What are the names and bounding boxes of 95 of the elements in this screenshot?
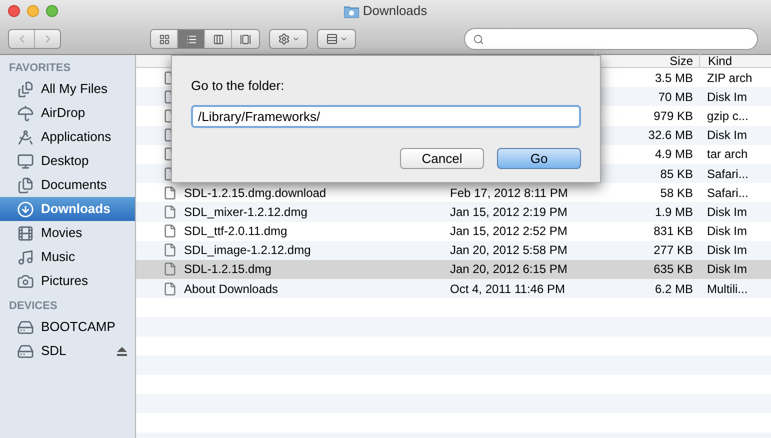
file-size: 635 KB (654, 261, 693, 278)
dialog-button[interactable]: Cancel (400, 148, 484, 168)
file-size: 32.6 MB (648, 127, 693, 144)
dialog-button[interactable]: Go (497, 148, 581, 168)
sidebar-heading: DEVICES (8, 298, 58, 314)
file-kind: Disk Im (707, 90, 747, 104)
folder-path-field[interactable]: /Library/Frameworks/ (191, 104, 581, 128)
drive-icon (17, 318, 34, 336)
sidebar-item[interactable]: BOOTCAMP (0, 315, 135, 339)
dialog-label: Go to the folder: (191, 77, 284, 95)
file-size: 85 KB (660, 166, 693, 183)
file-size: 1.9 MB (654, 204, 693, 221)
camera-icon (17, 272, 34, 290)
sidebar-item[interactable]: Pictures (0, 269, 135, 293)
sidebar-item[interactable]: All My Files (0, 77, 135, 101)
sidebar-item[interactable]: Movies (0, 221, 135, 245)
file-size: 979 KB (654, 108, 693, 125)
file-icon (163, 282, 177, 296)
file-size: 70 MB (658, 88, 693, 106)
gallery-view-icon (240, 34, 251, 44)
file-size: 3.5 MB (654, 70, 693, 87)
file-icon (163, 243, 177, 258)
view-mode-button[interactable] (205, 30, 232, 48)
close-window-button[interactable] (8, 5, 20, 17)
file-name: SDL_ttf-2.0.11.dmg (184, 223, 288, 240)
file-kind: Multili... (707, 282, 748, 296)
file-row[interactable]: SDL_mixer-1.2.12.dmg Jan 15, 2012 2:19 PM 1.9 MB Disk Im (136, 202, 771, 222)
file-kind: ZIP arch (707, 70, 752, 85)
zoom-window-button[interactable] (46, 5, 58, 17)
file-kind: tar arch (707, 147, 748, 162)
view-mode-button[interactable] (151, 30, 178, 48)
file-kind: Disk Im (707, 243, 747, 258)
file-kind: Disk Im (707, 224, 747, 238)
file-kind: Disk Im (707, 204, 747, 219)
caret-icon (340, 35, 348, 43)
file-kind: gzip c... (707, 108, 748, 123)
sidebar-item[interactable]: Music (0, 245, 135, 269)
drive-icon (17, 342, 34, 360)
file-row[interactable]: About Downloads Oct 4, 2011 11:46 PM 6.2 MB Multili... (136, 279, 771, 298)
file-size: 4.9 MB (654, 146, 693, 164)
film-icon (17, 224, 34, 242)
caret-icon (292, 35, 300, 43)
arrange-icon (326, 33, 338, 45)
file-row[interactable]: SDL_image-1.2.12.dmg Jan 20, 2012 5:58 PM 277 KB Disk Im (136, 240, 771, 260)
umbrella-icon (17, 104, 34, 122)
file-size: 58 KB (660, 184, 693, 202)
file-name: About Downloads (184, 280, 278, 298)
window-title: Downloads (362, 2, 428, 20)
settings-icon (278, 33, 290, 45)
sidebar-item[interactable]: SDL (0, 339, 135, 363)
date-modified: Jan 20, 2012 5:58 PM (450, 243, 568, 258)
date-modified: Jan 15, 2012 2:52 PM (450, 224, 568, 238)
file-size: 6.2 MB (654, 280, 693, 298)
file-row[interactable]: SDL-1.2.15.dmg Jan 20, 2012 6:15 PM 635 KB Disk Im (136, 260, 771, 280)
file-kind: Safari... (707, 186, 748, 200)
columns-view-icon (212, 34, 224, 44)
date-modified: Jan 20, 2012 6:15 PM (450, 262, 568, 276)
eject-icon[interactable] (117, 346, 127, 356)
music-note-icon (17, 248, 34, 266)
date-modified: Feb 17, 2012 8:11 PM (450, 186, 568, 200)
compass-icon (17, 128, 34, 146)
file-icon (163, 204, 177, 219)
sidebar-item[interactable]: Desktop (0, 149, 135, 173)
back-forward-control[interactable] (8, 29, 61, 49)
download-icon (17, 200, 34, 218)
date-modified: Jan 15, 2012 2:19 PM (450, 204, 568, 219)
file-icon (163, 186, 177, 200)
sidebar-heading: FAVORITES (8, 60, 72, 76)
file-icon (163, 224, 177, 238)
file-name: SDL_mixer-1.2.12.dmg (184, 204, 308, 221)
file-kind: Safari... (707, 166, 748, 181)
sidebar-item[interactable]: Documents (0, 173, 135, 197)
date-modified: Oct 4, 2011 11:46 PM (450, 282, 565, 296)
sidebar-item[interactable]: Applications (0, 125, 135, 149)
grid-view-icon (158, 34, 170, 44)
view-mode-button[interactable] (232, 30, 259, 48)
folder-icon (344, 4, 359, 18)
file-size: 277 KB (654, 242, 693, 260)
sidebar-item[interactable]: Downloads (0, 197, 135, 221)
documents-icon (17, 176, 34, 194)
arrange-menu-button[interactable] (317, 29, 356, 49)
search-icon (473, 34, 484, 44)
file-name: SDL-1.2.15.dmg.download (184, 184, 326, 202)
file-icon (163, 262, 177, 276)
file-size: 831 KB (654, 223, 693, 240)
view-mode-button[interactable] (178, 30, 205, 48)
file-name: SDL_image-1.2.12.dmg (184, 242, 311, 260)
action-menu-button[interactable] (269, 29, 308, 49)
sidebar-item[interactable]: AirDrop (0, 101, 135, 125)
monitor-icon (17, 152, 34, 170)
file-name: SDL-1.2.15.dmg (184, 261, 272, 278)
files-icon (17, 80, 34, 98)
search-field[interactable] (464, 28, 758, 50)
file-kind: Disk Im (707, 128, 747, 142)
file-kind: Disk Im (707, 262, 747, 276)
